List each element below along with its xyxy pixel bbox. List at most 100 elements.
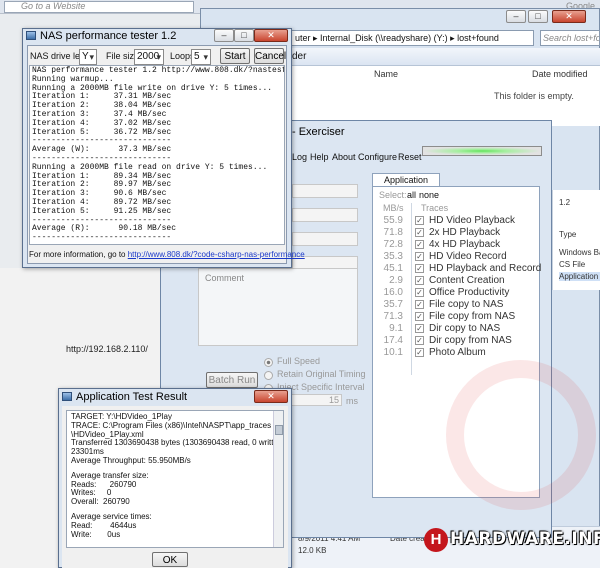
input-field[interactable] bbox=[292, 208, 358, 222]
start-button[interactable]: Start bbox=[220, 48, 250, 64]
trace-checkbox[interactable]: ✓ bbox=[415, 300, 424, 309]
explorer-side-panel: 1.2 Type Windows Bat CS File Application bbox=[552, 190, 600, 290]
interval-input[interactable]: 15 bbox=[284, 394, 342, 406]
trace-name: 4x HD Playback bbox=[429, 239, 501, 250]
trace-name: HD Video Playback bbox=[429, 215, 515, 226]
toolbar-configure[interactable]: Configure bbox=[358, 152, 397, 162]
ok-label: OK bbox=[162, 555, 178, 566]
explorer-maximize-button[interactable]: □ bbox=[528, 10, 548, 23]
loops-select[interactable]: 5 bbox=[191, 49, 211, 65]
explorer-breadcrumb[interactable]: uter ▸ Internal_Disk (\\readyshare) (Y:)… bbox=[290, 30, 534, 46]
file-size-select[interactable]: 2000 bbox=[134, 49, 164, 65]
trace-row[interactable]: 71.8 ✓ 2x HD Playback bbox=[373, 227, 553, 239]
select-all-link[interactable]: all bbox=[407, 190, 416, 200]
nas-footer: For more information, go to http://www.8… bbox=[29, 250, 305, 262]
exerciser-toolbar: Log Help About Configure Reset bbox=[292, 140, 548, 166]
trace-row[interactable]: 2.9 ✓ Content Creation bbox=[373, 275, 553, 287]
toolbar-help[interactable]: Help bbox=[310, 152, 329, 162]
cancel-label: Cancel bbox=[255, 51, 287, 62]
batch-run-button[interactable]: Batch Run bbox=[206, 372, 258, 388]
radio-retain-timing[interactable] bbox=[264, 371, 273, 380]
breadcrumb-part[interactable]: Internal_Disk (\\readyshare) (Y:) bbox=[320, 33, 448, 43]
trace-checkbox[interactable]: ✓ bbox=[415, 312, 424, 321]
explorer-toolbar-folder[interactable]: der bbox=[292, 51, 306, 62]
trace-row[interactable]: 16.0 ✓ Office Productivity bbox=[373, 287, 553, 299]
column-header-date[interactable]: Date modified bbox=[532, 69, 588, 79]
trace-row[interactable]: 72.8 ✓ 4x HD Playback bbox=[373, 239, 553, 251]
trace-checkbox[interactable]: ✓ bbox=[415, 288, 424, 297]
cancel-button[interactable]: Cancel bbox=[254, 48, 287, 64]
trace-checkbox[interactable]: ✓ bbox=[415, 228, 424, 237]
trace-mbs: 55.9 bbox=[383, 215, 403, 226]
result-line: Average Throughput: 55.950MB/s bbox=[71, 455, 191, 465]
drive-letter-select[interactable]: Y bbox=[79, 49, 97, 65]
column-traces: Traces bbox=[421, 203, 449, 213]
trace-checkbox[interactable]: ✓ bbox=[415, 264, 424, 273]
explorer-close-button[interactable]: ✕ bbox=[552, 10, 586, 23]
trace-name: Photo Album bbox=[429, 347, 486, 358]
trace-name: 2x HD Playback bbox=[429, 227, 501, 238]
address-bar[interactable]: Go to a Website bbox=[4, 1, 194, 13]
drive-letter-value: Y bbox=[82, 51, 89, 62]
nas-app-icon bbox=[26, 31, 36, 40]
result-line: Write: 0us bbox=[71, 529, 121, 539]
comment-box[interactable]: Comment bbox=[198, 268, 358, 346]
trace-mbs: 71.8 bbox=[383, 227, 403, 238]
result-scrollbar[interactable] bbox=[273, 411, 283, 547]
trace-name: Office Productivity bbox=[429, 287, 510, 298]
toolbar-about[interactable]: About bbox=[332, 152, 356, 162]
breadcrumb-part[interactable]: lost+found bbox=[457, 33, 499, 43]
trace-mbs: 35.3 bbox=[383, 251, 403, 262]
nas-minimize-button[interactable]: – bbox=[214, 29, 234, 42]
trace-row[interactable]: 17.4 ✓ Dir copy from NAS bbox=[373, 335, 553, 347]
trace-name: Content Creation bbox=[429, 275, 505, 286]
explorer-caption-buttons: – □ ✕ bbox=[506, 10, 600, 24]
log-line: ----------------------------- bbox=[32, 233, 172, 243]
trace-checkbox[interactable]: ✓ bbox=[415, 348, 424, 357]
nas-maximize-button[interactable]: □ bbox=[234, 29, 254, 42]
toolbar-log[interactable]: Log bbox=[292, 152, 307, 162]
trace-checkbox[interactable]: ✓ bbox=[415, 216, 424, 225]
watermark-badge: H bbox=[424, 528, 448, 552]
trace-checkbox[interactable]: ✓ bbox=[415, 336, 424, 345]
input-field[interactable] bbox=[292, 184, 358, 198]
trace-checkbox[interactable]: ✓ bbox=[415, 324, 424, 333]
scroll-thumb[interactable] bbox=[275, 425, 283, 435]
trace-row[interactable]: 45.1 ✓ HD Playback and Record bbox=[373, 263, 553, 275]
trace-checkbox[interactable]: ✓ bbox=[415, 276, 424, 285]
trace-row[interactable]: 71.3 ✓ File copy from NAS bbox=[373, 311, 553, 323]
column-header-name[interactable]: Name bbox=[374, 69, 398, 79]
trace-row[interactable]: 35.3 ✓ HD Video Record bbox=[373, 251, 553, 263]
toolbar-reset[interactable]: Reset bbox=[398, 152, 422, 162]
interval-unit: ms bbox=[346, 396, 358, 406]
trace-row[interactable]: 10.1 ✓ Photo Album bbox=[373, 347, 553, 359]
nas-output-log: NAS performance tester 1.2 http://www.80… bbox=[29, 65, 285, 245]
breadcrumb-part[interactable]: uter bbox=[295, 33, 311, 43]
watermark-text: HARDWARE.INFO bbox=[450, 529, 600, 549]
input-field[interactable] bbox=[292, 232, 358, 246]
interval-value: 15 bbox=[328, 395, 339, 405]
trace-row[interactable]: 9.1 ✓ Dir copy to NAS bbox=[373, 323, 553, 335]
column-mbs: MB/s bbox=[383, 203, 404, 213]
trace-checkbox[interactable]: ✓ bbox=[415, 252, 424, 261]
explorer-search-input[interactable]: Search lost+found bbox=[540, 30, 600, 46]
explorer-content: Name Date modified This folder is empty. bbox=[290, 66, 600, 126]
side-label: 1.2 bbox=[559, 198, 571, 207]
tab-application-tests[interactable]: Application Tests bbox=[372, 173, 440, 198]
trace-name: File copy from NAS bbox=[429, 311, 516, 322]
empty-folder-message: This folder is empty. bbox=[494, 91, 574, 101]
ok-button[interactable]: OK bbox=[152, 552, 188, 567]
trace-checkbox[interactable]: ✓ bbox=[415, 240, 424, 249]
result-close-button[interactable]: ✕ bbox=[254, 390, 288, 403]
trace-row[interactable]: 55.9 ✓ HD Video Playback bbox=[373, 215, 553, 227]
trace-row[interactable]: 35.7 ✓ File copy to NAS bbox=[373, 299, 553, 311]
explorer-minimize-button[interactable]: – bbox=[506, 10, 526, 23]
nas-close-button[interactable]: ✕ bbox=[254, 29, 288, 42]
select-none-link[interactable]: none bbox=[419, 190, 439, 200]
footer-link[interactable]: http://www.808.dk/?code-csharp-nas-perfo… bbox=[128, 250, 305, 259]
ip-address-text: http://192.168.2.110/ bbox=[66, 344, 148, 354]
radio-full-speed[interactable] bbox=[264, 358, 273, 367]
trace-mbs: 17.4 bbox=[383, 335, 403, 346]
result-text-area: TARGET: Y:\HDVideo_1Play TRACE: C:\Progra… bbox=[66, 410, 284, 548]
side-label: Windows Bat bbox=[559, 248, 600, 257]
